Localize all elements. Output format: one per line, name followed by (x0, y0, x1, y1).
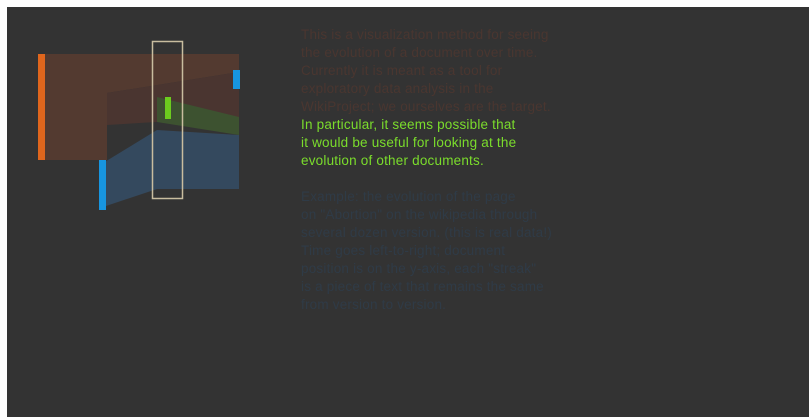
intro-line: exploratory data analysis in the (301, 81, 494, 96)
example-line: Example: the evolution of the page (301, 189, 516, 204)
example-line: position is on the y-axis, each "streak" (301, 261, 537, 276)
description-text: This is a visualization method for seein… (301, 26, 661, 314)
highlight-line: evolution of other documents. (301, 153, 484, 168)
green-marker (165, 97, 171, 119)
intro-line: This is a visualization method for seein… (301, 27, 549, 42)
example-line: several dozen version. (this is real dat… (301, 225, 552, 240)
blue-marker-bottom (99, 160, 106, 210)
intro-line: WikiProject; we ourselves are the target… (301, 99, 551, 114)
intro-line: Currently it is meant as a tool for (301, 63, 503, 78)
orange-marker (38, 54, 45, 160)
highlight-line: In particular, it seems possible that (301, 117, 516, 132)
blue-streak (103, 130, 239, 207)
visualization-panel: This is a visualization method for seein… (7, 7, 809, 417)
example-line: on "Abortion" on the wikipedia through (301, 207, 538, 222)
highlight-line: it would be useful for looking at the (301, 135, 517, 150)
example-line: Time goes left-to-right; document (301, 243, 506, 258)
example-line: is a piece of text that remains the same (301, 279, 544, 294)
intro-paragraph: This is a visualization method for seein… (301, 26, 661, 170)
intro-line: the evolution of a document over time. (301, 45, 538, 60)
example-line: from version to version. (301, 297, 447, 312)
example-paragraph: Example: the evolution of the page on "A… (301, 188, 661, 314)
blue-marker-right (233, 70, 240, 89)
